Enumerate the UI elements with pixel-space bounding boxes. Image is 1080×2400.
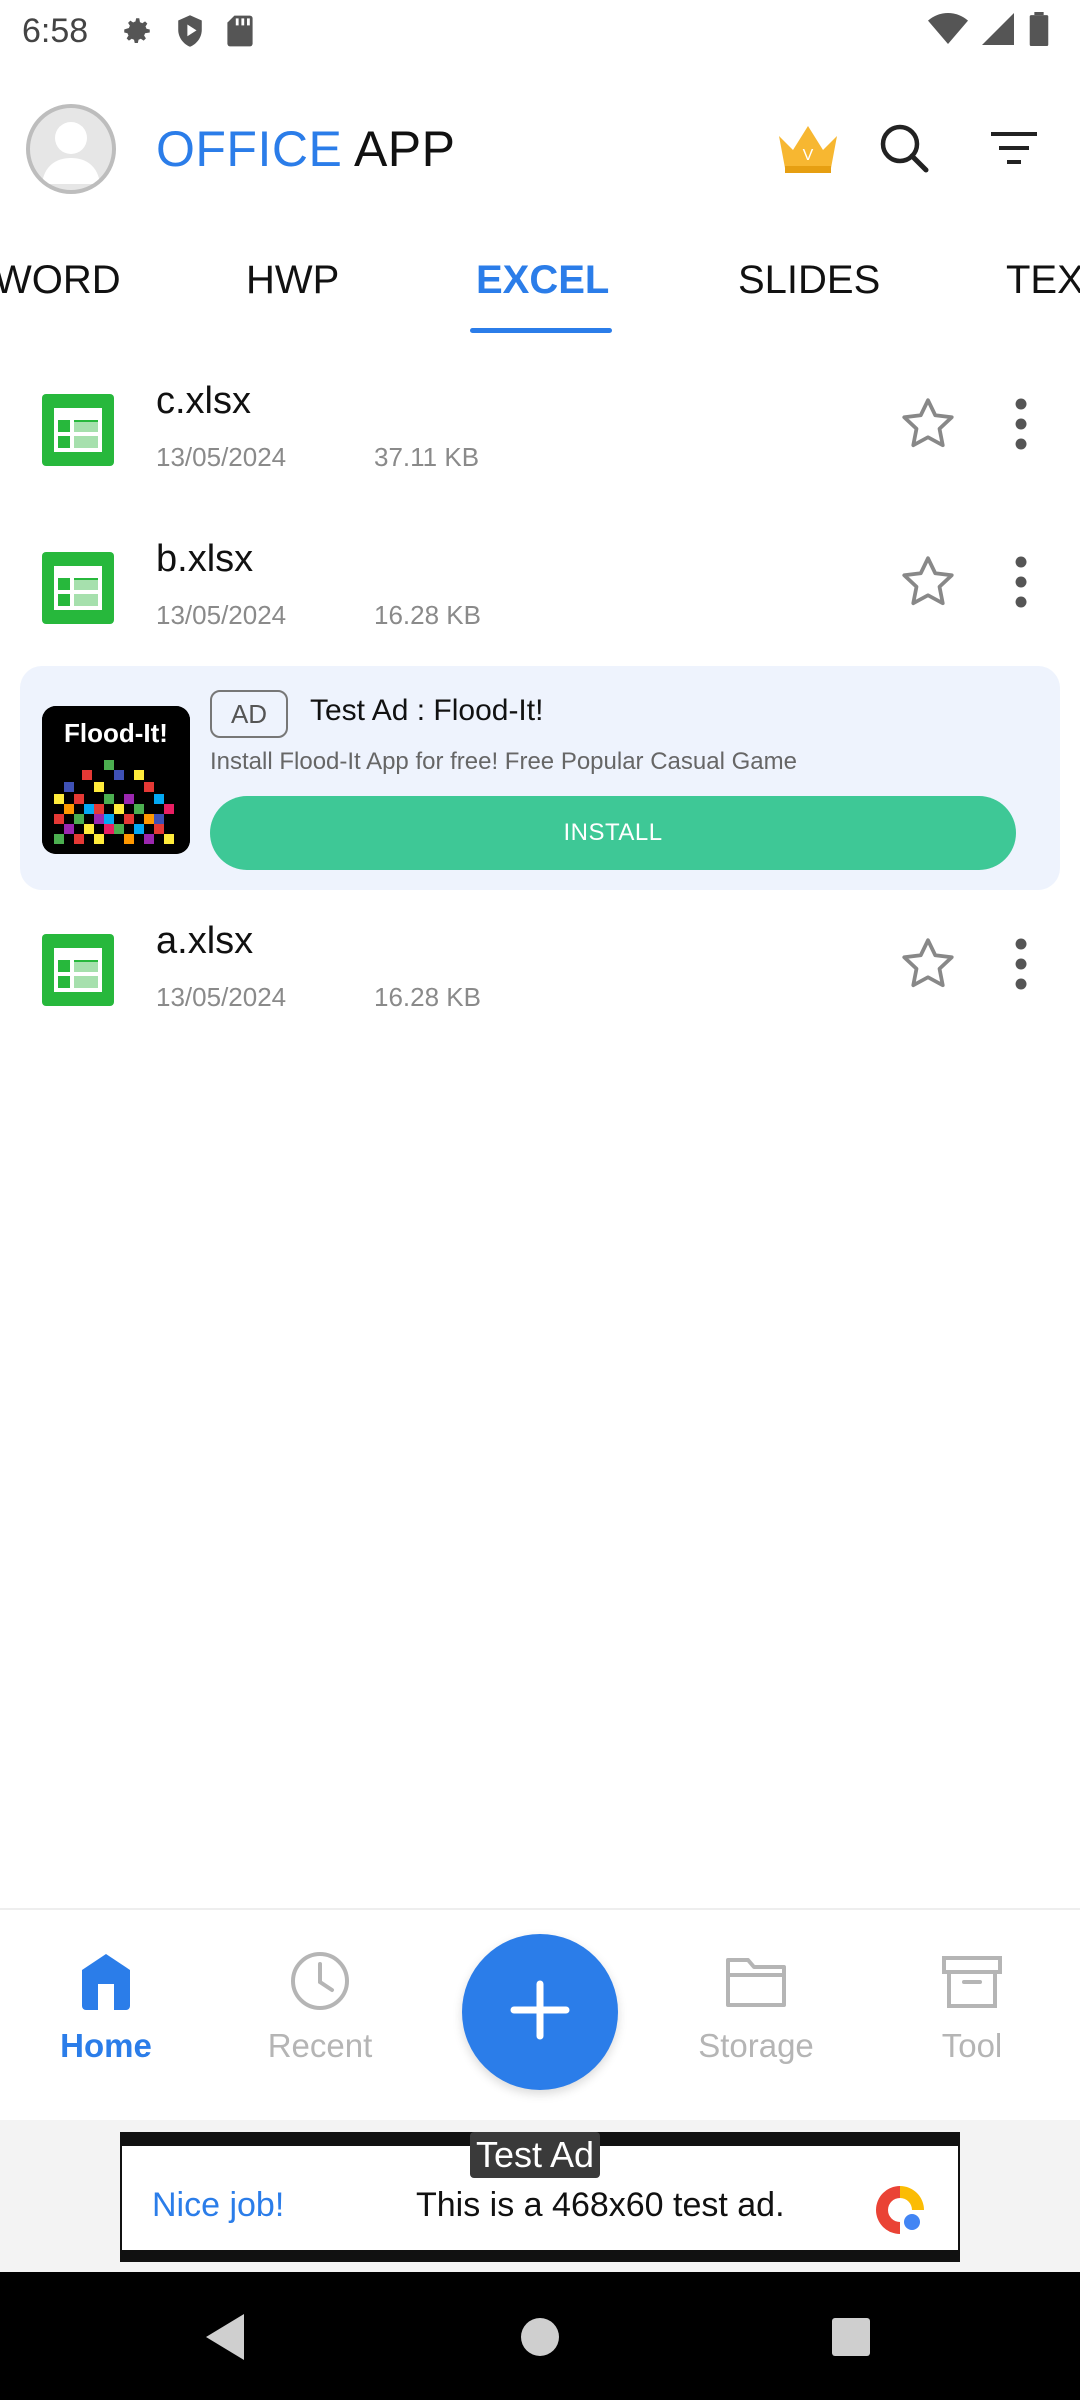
star-icon[interactable] [898, 934, 958, 994]
excel-file-icon [42, 394, 114, 466]
ad-badge: AD [210, 690, 288, 738]
banner-ad[interactable]: Test Ad Nice job! This is a 468x60 test … [120, 2132, 960, 2262]
battery-icon [1028, 12, 1050, 51]
banner-text: This is a 468x60 test ad. [416, 2186, 785, 2224]
archive-box-icon [940, 1950, 1004, 2017]
tab-excel[interactable]: EXCEL [476, 258, 609, 303]
app-title: OFFICE APP [156, 121, 456, 177]
more-options-icon[interactable] [996, 552, 1046, 612]
tab-text[interactable]: TEX [1006, 258, 1080, 303]
wifi-icon [928, 12, 968, 51]
ad-description: Install Flood-It App for free! Free Popu… [210, 748, 797, 775]
filter-icon[interactable] [978, 112, 1050, 184]
banner-cta[interactable]: Nice job! [152, 2186, 284, 2225]
back-icon[interactable] [190, 2302, 260, 2372]
file-date: 13/05/2024 [156, 982, 287, 1012]
star-icon[interactable] [898, 552, 958, 612]
signal-icon [982, 12, 1014, 51]
nav-label: Recent [267, 2027, 373, 2064]
file-size: 16.28 KB [374, 600, 481, 630]
active-tab-indicator [470, 328, 612, 333]
ad-logo-icon [872, 2182, 928, 2238]
list-item[interactable]: c.xlsx 13/05/2024 37.11 KB [0, 364, 1080, 514]
more-options-icon[interactable] [996, 934, 1046, 994]
file-name: a.xlsx [156, 920, 254, 962]
file-size: 16.28 KB [374, 982, 481, 1012]
list-item[interactable]: b.xlsx 13/05/2024 16.28 KB [0, 522, 1080, 672]
gear-icon [120, 14, 154, 53]
recents-square-icon[interactable] [816, 2302, 886, 2372]
search-icon[interactable] [868, 112, 940, 184]
nav-recent[interactable]: Recent [230, 1950, 410, 2090]
banner-ad-area: Test Ad Nice job! This is a 468x60 test … [0, 2120, 1080, 2272]
shield-play-icon [174, 14, 206, 53]
clock-icon [289, 1950, 351, 2017]
avatar[interactable] [26, 104, 116, 194]
nav-label: Storage [698, 2027, 814, 2064]
app-header: OFFICE APP V [0, 90, 1080, 206]
status-time: 6:58 [22, 12, 89, 50]
ad-title[interactable]: Test Ad : Flood-It! [310, 694, 543, 728]
ad-app-image[interactable]: Flood-It! [42, 706, 190, 854]
more-options-icon[interactable] [996, 394, 1046, 454]
svg-text:Flood-It!: Flood-It! [64, 718, 168, 748]
crown-icon[interactable]: V [772, 112, 844, 184]
test-ad-tag: Test Ad [470, 2132, 601, 2178]
file-name: b.xlsx [156, 538, 254, 580]
nav-label: Home [60, 2027, 152, 2064]
home-icon [76, 1950, 136, 2017]
nav-tool[interactable]: Tool [882, 1950, 1062, 2090]
file-date: 13/05/2024 [156, 600, 287, 630]
plus-icon [508, 1978, 572, 2047]
folder-icon [724, 1950, 788, 2017]
file-date: 13/05/2024 [156, 442, 287, 472]
file-name: c.xlsx [156, 380, 251, 422]
excel-file-icon [42, 934, 114, 1006]
star-icon[interactable] [898, 394, 958, 454]
sd-card-icon [226, 14, 254, 53]
home-circle-icon[interactable] [505, 2302, 575, 2372]
svg-text:V: V [803, 147, 814, 164]
add-button[interactable] [462, 1934, 618, 2090]
file-size: 37.11 KB [374, 442, 480, 472]
file-type-tabs: WORD HWP EXCEL SLIDES TEX [0, 250, 1080, 336]
install-button[interactable]: INSTALL [210, 796, 1016, 870]
system-navigation-bar [0, 2272, 1080, 2400]
nav-storage[interactable]: Storage [666, 1950, 846, 2090]
tab-word[interactable]: WORD [0, 258, 121, 303]
nav-home[interactable]: Home [16, 1950, 196, 2090]
tab-slides[interactable]: SLIDES [738, 258, 880, 303]
excel-file-icon [42, 552, 114, 624]
tab-hwp[interactable]: HWP [246, 258, 339, 303]
list-item[interactable]: a.xlsx 13/05/2024 16.28 KB [0, 904, 1080, 1054]
nav-label: Tool [941, 2027, 1003, 2064]
status-bar: 6:58 [0, 0, 1080, 66]
native-ad-card[interactable]: Flood-It! AD Test Ad: Flood-It! Install… [20, 666, 1060, 890]
